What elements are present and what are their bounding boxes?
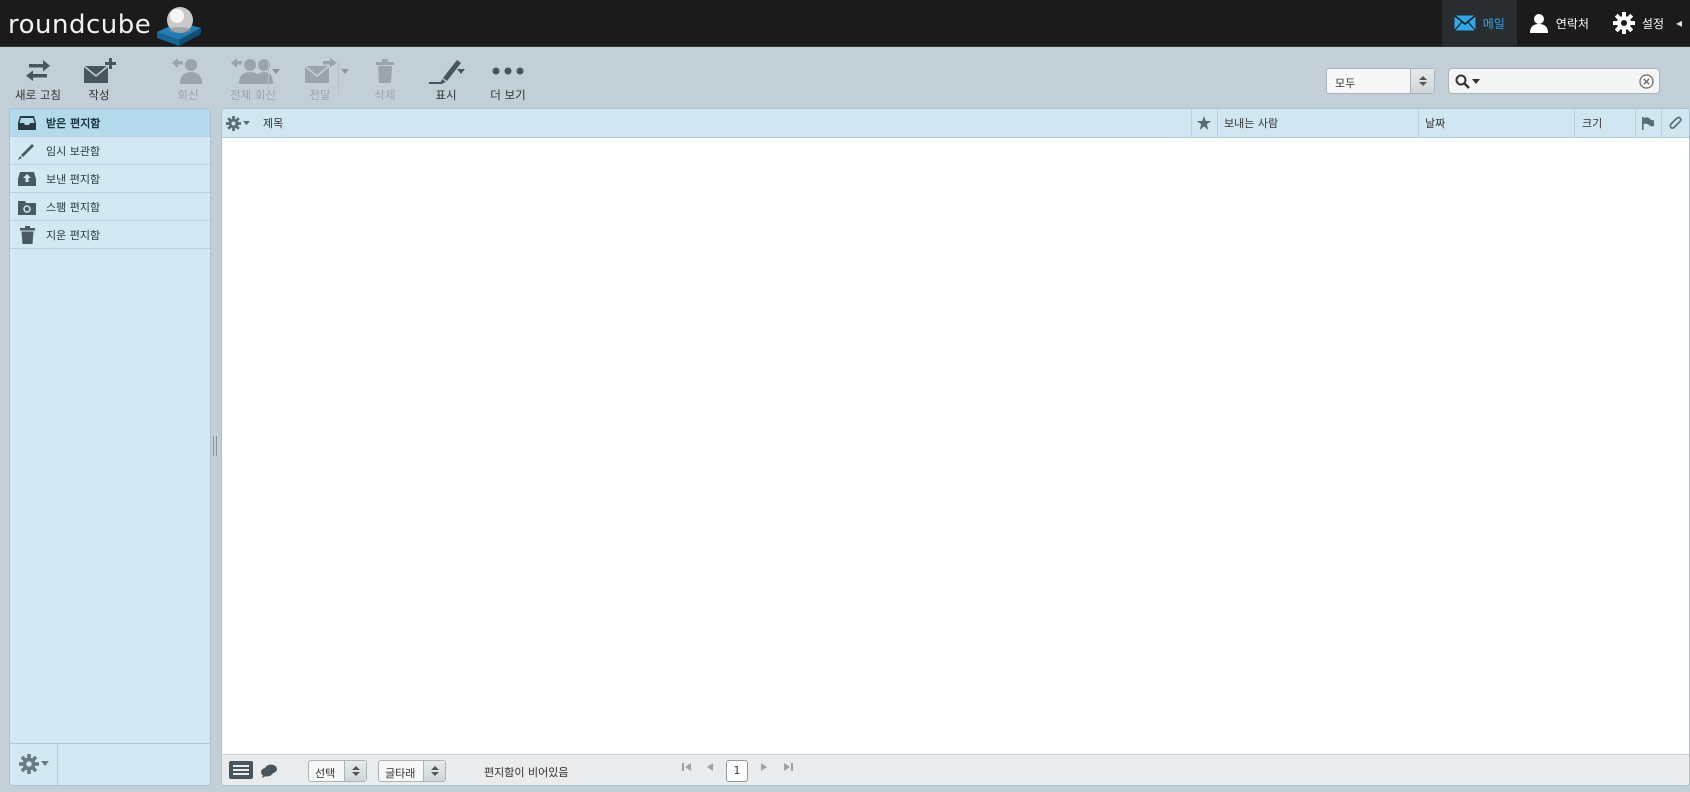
folder-sent[interactable]: 보낸 편지함 bbox=[10, 165, 210, 193]
threads-menu[interactable]: 글타래 bbox=[378, 760, 446, 782]
junk-icon bbox=[18, 199, 36, 215]
column-attachment-icon[interactable] bbox=[1668, 109, 1682, 137]
reply-all-label: 전체 회신 bbox=[230, 88, 276, 102]
clear-search-icon[interactable] bbox=[1639, 74, 1654, 92]
column-size[interactable]: 크기 bbox=[1582, 109, 1602, 137]
task-contacts[interactable]: 연락처 bbox=[1517, 0, 1601, 46]
filter-select[interactable]: 모두 bbox=[1326, 68, 1435, 94]
folder-trash[interactable]: 지운 편지함 bbox=[10, 221, 210, 249]
status-message: 편지함이 비어있음 bbox=[484, 766, 569, 779]
message-list-footer: 선택 글타래 편지함이 비어있음 1 bbox=[222, 754, 1689, 785]
select-arrows-icon bbox=[344, 761, 366, 781]
more-button[interactable]: 더 보기 bbox=[488, 57, 528, 103]
trash-icon bbox=[18, 225, 36, 244]
logo-text: roundcube bbox=[8, 10, 152, 40]
select-arrows-icon bbox=[423, 761, 445, 781]
threads-menu-label: 글타래 bbox=[385, 767, 416, 780]
folder-label: 스팸 편지함 bbox=[46, 200, 101, 214]
refresh-label: 새로 고침 bbox=[15, 88, 61, 102]
pane-splitter[interactable] bbox=[213, 436, 217, 456]
refresh-button[interactable]: 새로 고침 bbox=[14, 57, 62, 103]
folder-inbox[interactable]: 받은 편지함 bbox=[10, 109, 210, 137]
list-view-icon[interactable] bbox=[229, 761, 253, 782]
toolbar: 새로 고침 작성 회신 전체 회신 전달 삭제 표시 더 보기 bbox=[0, 47, 1690, 105]
folder-label: 보낸 편지함 bbox=[46, 172, 101, 186]
message-list-header: 제목 보내는 사람 날짜 크기 bbox=[222, 109, 1689, 138]
mark-button[interactable]: 표시 bbox=[428, 57, 464, 103]
gear-icon bbox=[1612, 12, 1635, 34]
compose-label: 작성 bbox=[88, 88, 110, 102]
folder-junk[interactable]: 스팸 편지함 bbox=[10, 193, 210, 221]
forward-dropdown-icon[interactable] bbox=[341, 69, 349, 74]
search-input[interactable] bbox=[1483, 72, 1633, 90]
compose-button[interactable]: 작성 bbox=[82, 57, 116, 103]
forward-icon bbox=[303, 57, 337, 84]
task-settings[interactable]: 설정 bbox=[1601, 0, 1676, 46]
roundcube-logo[interactable]: roundcube bbox=[8, 4, 203, 46]
reply-all-dropdown-icon[interactable] bbox=[272, 69, 280, 74]
reply-icon bbox=[172, 57, 204, 84]
task-menu: 메일 연락처 설정 ◂ bbox=[1441, 0, 1690, 46]
next-page-icon[interactable] bbox=[760, 762, 768, 772]
folder-footer bbox=[10, 743, 210, 785]
select-menu-label: 선택 bbox=[315, 767, 336, 780]
reply-button[interactable]: 회신 bbox=[168, 57, 208, 103]
folder-drafts[interactable]: 임시 보관함 bbox=[10, 137, 210, 165]
folder-label: 임시 보관함 bbox=[46, 144, 101, 158]
mark-label: 표시 bbox=[435, 88, 457, 102]
list-options-gear-icon[interactable] bbox=[226, 109, 250, 137]
filter-select-value: 모두 bbox=[1335, 77, 1356, 90]
reply-all-button[interactable]: 전체 회신 bbox=[224, 57, 282, 103]
task-mail[interactable]: 메일 bbox=[1441, 0, 1517, 46]
sent-icon bbox=[18, 171, 36, 187]
message-list-body bbox=[222, 138, 1689, 754]
previous-page-icon[interactable] bbox=[706, 762, 714, 772]
select-menu[interactable]: 선택 bbox=[308, 760, 367, 782]
forward-label: 전달 bbox=[309, 88, 331, 102]
mail-icon bbox=[1453, 15, 1476, 31]
refresh-icon bbox=[26, 57, 50, 84]
column-flag-star-icon[interactable] bbox=[1197, 109, 1211, 137]
first-page-icon[interactable] bbox=[682, 762, 692, 772]
delete-label: 삭제 bbox=[374, 88, 396, 102]
delete-button[interactable]: 삭제 bbox=[370, 57, 400, 103]
trash-icon bbox=[375, 57, 395, 84]
page-number-input[interactable]: 1 bbox=[726, 760, 748, 782]
folder-options-gear-icon[interactable] bbox=[19, 754, 49, 774]
folder-list: 받은 편지함 임시 보관함 보낸 편지함 스팸 편지함 지운 편지함 bbox=[9, 108, 211, 786]
last-page-icon[interactable] bbox=[783, 762, 793, 772]
select-arrows-icon bbox=[1410, 69, 1434, 93]
task-contacts-label: 연락처 bbox=[1555, 16, 1589, 31]
folder-label: 받은 편지함 bbox=[46, 116, 101, 130]
column-flag-icon[interactable] bbox=[1642, 109, 1654, 137]
pencil-icon bbox=[18, 142, 36, 160]
message-list: 제목 보내는 사람 날짜 크기 선택 글타래 편지함이 비어있음 1 bbox=[221, 108, 1690, 786]
column-from[interactable]: 보내는 사람 bbox=[1224, 109, 1278, 137]
column-subject[interactable]: 제목 bbox=[263, 109, 283, 137]
column-size-label: 크기 bbox=[1582, 117, 1603, 130]
forward-button[interactable]: 전달 bbox=[300, 57, 340, 103]
reply-label: 회신 bbox=[177, 88, 199, 102]
logo-mark-icon bbox=[153, 2, 203, 48]
column-from-label: 보내는 사람 bbox=[1224, 117, 1279, 130]
more-dots-icon bbox=[492, 57, 524, 84]
inbox-icon bbox=[18, 115, 36, 131]
top-bar: roundcube 메일 연락처 설정 ◂ bbox=[0, 0, 1690, 47]
more-label: 더 보기 bbox=[490, 88, 526, 102]
search-box bbox=[1448, 68, 1660, 94]
search-options-icon[interactable] bbox=[1455, 74, 1480, 90]
column-date-label: 날짜 bbox=[1425, 117, 1446, 130]
mark-dropdown-icon[interactable] bbox=[457, 69, 465, 74]
task-settings-label: 설정 bbox=[1641, 16, 1664, 31]
person-icon bbox=[1529, 13, 1549, 33]
compose-icon bbox=[82, 57, 116, 84]
threads-view-icon[interactable] bbox=[261, 764, 277, 781]
folder-label: 지운 편지함 bbox=[46, 228, 101, 242]
task-mail-label: 메일 bbox=[1482, 16, 1505, 31]
logout-icon[interactable]: ◂ bbox=[1676, 0, 1690, 46]
column-subject-label: 제목 bbox=[263, 117, 284, 130]
column-date[interactable]: 날짜 bbox=[1425, 109, 1445, 137]
